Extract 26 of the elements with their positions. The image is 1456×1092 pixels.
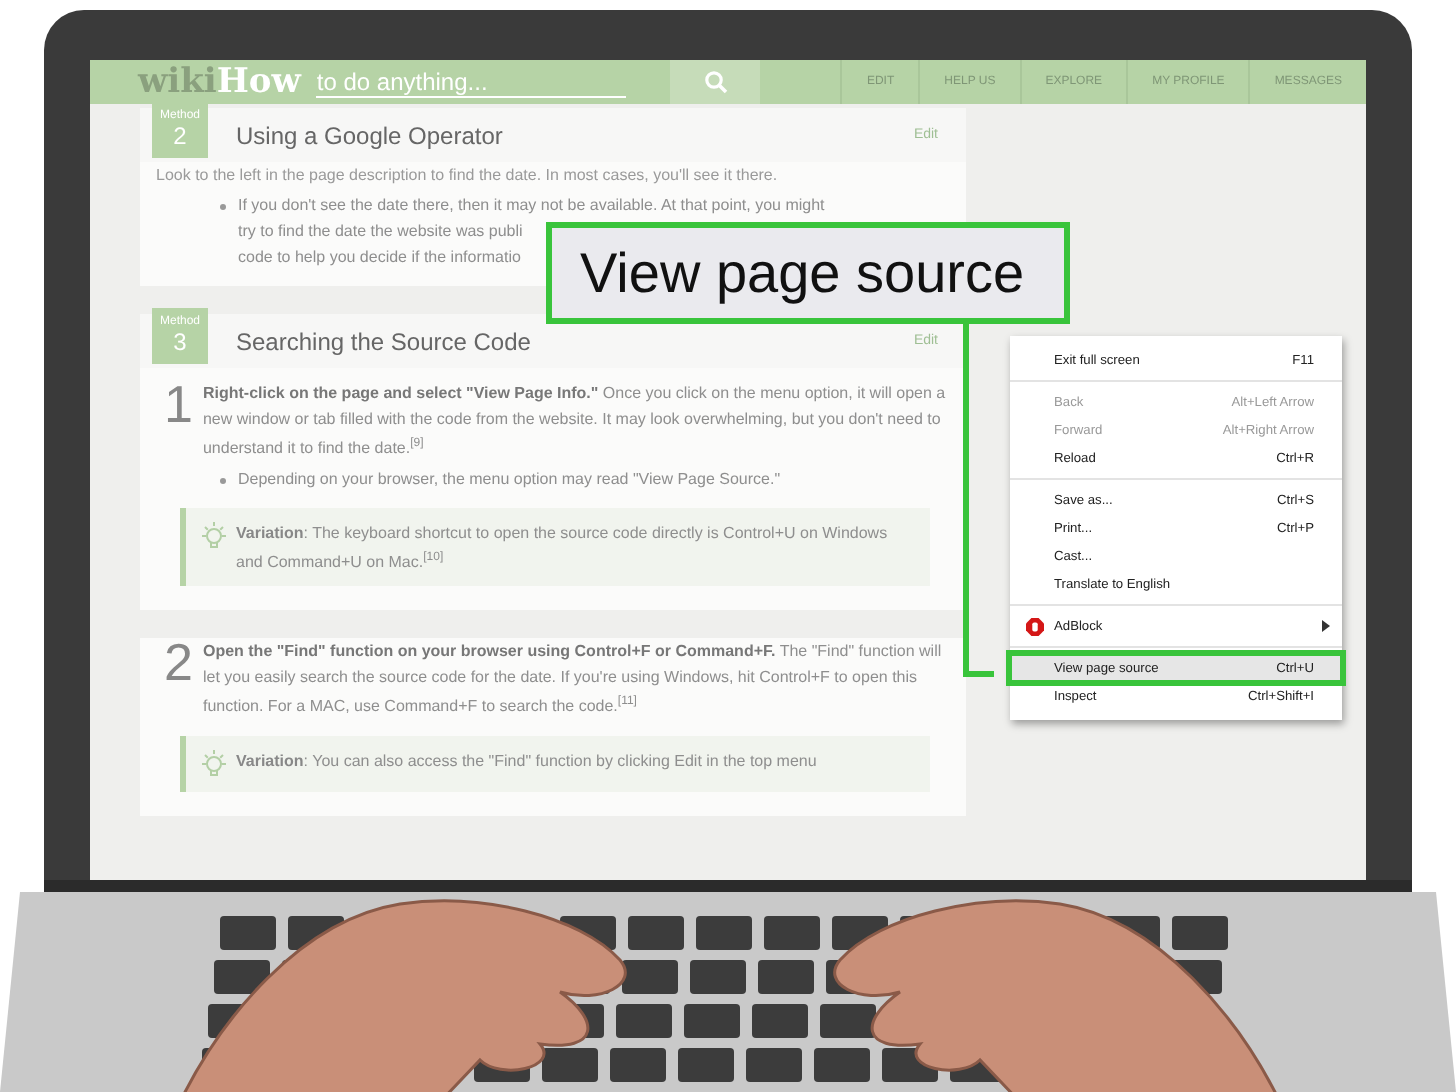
search-icon (703, 70, 728, 94)
bullet-icon (220, 204, 226, 210)
step-text: Open the "Find" function on your browser using Control+F or Command+F. The "Find" function will let you easily search the source code for the date. If you're using Windows, hit Control+F to open this function. For a MAC, use Command+F to search the code.$^{[11]}$ (202, 640, 944, 720)
bullet-text: Depending on your browser, the menu option may read "View Page Source." (238, 467, 781, 492)
lightbulb-icon (198, 747, 230, 780)
tip-text: Variation: The keyboard shortcut to open the source code directly is Control+U on Windows and Command+U on Mac.$^{[10]}$ (236, 521, 890, 575)
step-number: 1 (164, 380, 193, 428)
method-title: Using a Google Operator (236, 121, 505, 149)
submenu-arrow-icon (1322, 620, 1330, 632)
method-title: Searching the Source Code (236, 327, 533, 355)
search-field[interactable]: to do anything... (316, 66, 627, 98)
search-button[interactable] (670, 60, 761, 104)
logo-how: How (216, 62, 301, 102)
step-number: 2 (164, 638, 193, 687)
stop-sign-icon (1025, 617, 1043, 635)
bullet-icon (220, 477, 226, 484)
tip-text: Variation: You can also access the "Find" function by clicking Edit in the top menu (236, 749, 817, 774)
lightbulb-icon (198, 519, 230, 552)
bullet-text: code to help you decide if the informatio (238, 246, 521, 270)
callout-label: View page source (546, 222, 1070, 324)
bullet-text: If you don't see the date there, then it may not be available. At that point, you might (238, 194, 825, 218)
paragraph: Look to the left in the page description to find the date. In most cases, you'll see it there. (156, 164, 780, 188)
method-number: 3 (173, 329, 187, 355)
step-text: Right-click on the page and select "View Page Info." Once you click on the menu option, it will open a new window or tab filled with the code from the website. It may look overwhelming, but you don't need to understand it to find the date.$^{[9]}$ (202, 382, 948, 462)
method-number: 2 (173, 123, 187, 149)
bullet-text: try to find the date the website was publi (238, 220, 523, 244)
